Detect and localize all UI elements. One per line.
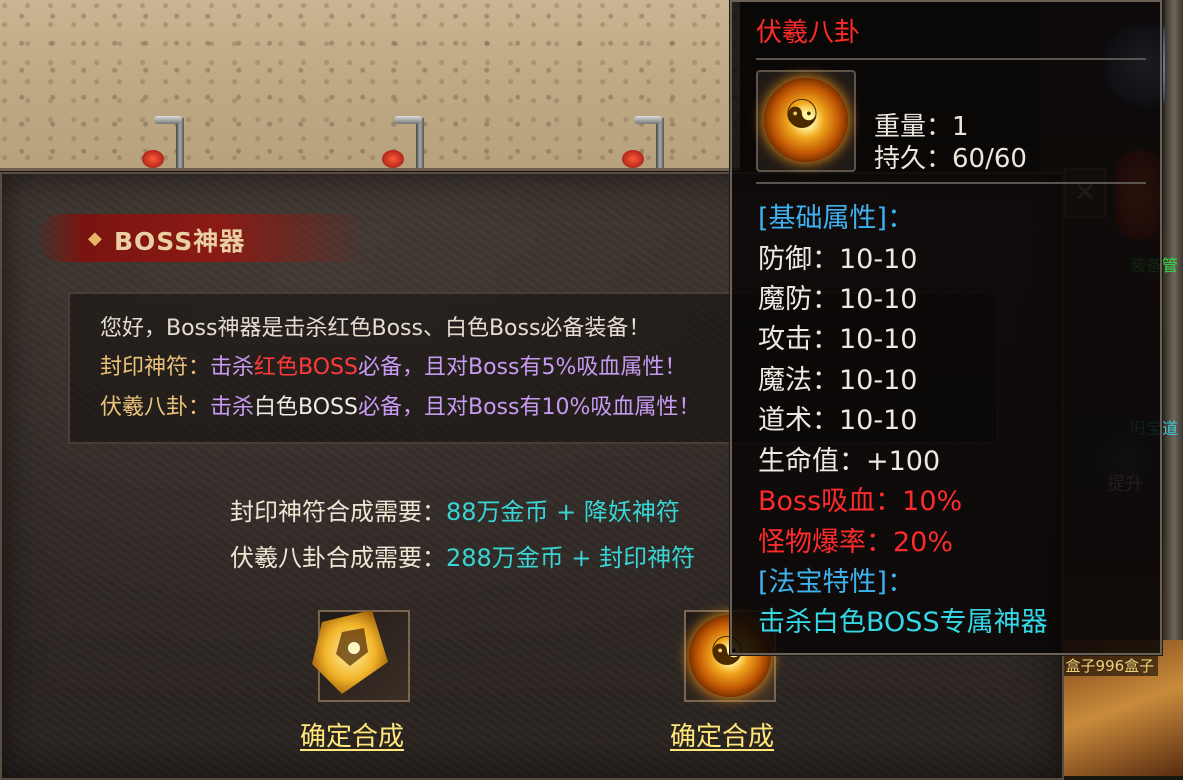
lamp-post bbox=[380, 112, 430, 168]
base-attributes-header: [基础属性]： bbox=[758, 203, 915, 234]
divider bbox=[756, 58, 1146, 60]
info-text: 必备，且对Boss有5%吸血属性！ bbox=[357, 355, 687, 380]
info-seal-rune: 封印神符：击杀红色BOSS必备，且对Boss有5%吸血属性！ bbox=[100, 349, 686, 381]
info-fuxi-bagua: 伏羲八卦：击杀白色BOSS必备，且对Boss有10%吸血属性！ bbox=[100, 389, 700, 421]
stat-line: 生命值：+100 bbox=[758, 446, 941, 477]
stat-line: 魔防：10-10 bbox=[758, 284, 918, 315]
stat-line: 攻击：10-10 bbox=[758, 324, 918, 355]
gold-readout: 5盒子996盒子 bbox=[1052, 655, 1159, 676]
stat-line: 防御：10-10 bbox=[758, 244, 918, 275]
lamp-post bbox=[140, 112, 190, 168]
divider bbox=[756, 182, 1146, 184]
confirm-synthesize-seal-button[interactable]: 确定合成 bbox=[300, 716, 404, 753]
info-text: 击杀 bbox=[210, 395, 255, 420]
game-scene-ground bbox=[0, 0, 740, 171]
requirement-label: 伏羲八卦合成需要： bbox=[230, 544, 446, 572]
lamp-post bbox=[620, 112, 670, 168]
requirement-fuxi-bagua: 伏羲八卦合成需要：288万金币 + 封印神符 bbox=[230, 538, 695, 573]
tooltip-durability: 持久：60/60 bbox=[874, 144, 1027, 174]
special-stat-line: Boss吸血：10% bbox=[758, 486, 963, 517]
requirement-value: 288万金币 + 封印神符 bbox=[446, 544, 696, 572]
requirement-seal-rune: 封印神符合成需要：88万金币 + 降妖神符 bbox=[230, 492, 680, 527]
info-label: 封印神符： bbox=[100, 355, 211, 380]
fuxi-bagua-icon bbox=[764, 78, 848, 162]
seal-rune-slot[interactable] bbox=[312, 610, 410, 702]
diamond-icon: ◆ bbox=[88, 228, 102, 249]
info-intro: 您好，Boss神器是击杀红色Boss、白色Boss必备装备！ bbox=[100, 316, 651, 341]
item-tooltip: 伏羲八卦 重量：1 持久：60/60 [基础属性]： 防御：10-10 魔防：1… bbox=[730, 0, 1162, 655]
tooltip-icon-frame bbox=[756, 70, 856, 172]
seal-rune-icon bbox=[312, 610, 388, 694]
info-text: 击杀 bbox=[210, 355, 255, 380]
treasure-trait-desc: 击杀白色BOSS专属神器 bbox=[758, 607, 1048, 638]
panel-title: BOSS神器 bbox=[114, 227, 246, 256]
stat-line: 道术：10-10 bbox=[758, 405, 918, 436]
requirement-value: 88万金币 + 降妖神符 bbox=[446, 498, 680, 526]
info-text: 必备，且对Boss有10%吸血属性！ bbox=[357, 395, 701, 420]
info-highlight: 白色BOSS bbox=[254, 395, 358, 420]
requirement-label: 封印神符合成需要： bbox=[230, 498, 446, 526]
tooltip-item-name: 伏羲八卦 bbox=[756, 18, 861, 48]
info-label: 伏羲八卦： bbox=[100, 395, 211, 420]
confirm-synthesize-bagua-button[interactable]: 确定合成 bbox=[670, 716, 774, 753]
stat-line: 魔法：10-10 bbox=[758, 365, 918, 396]
treasure-traits-header: [法宝特性]： bbox=[758, 567, 915, 598]
special-stat-line: 怪物爆率：20% bbox=[758, 527, 954, 558]
info-highlight: 红色BOSS bbox=[254, 355, 358, 380]
